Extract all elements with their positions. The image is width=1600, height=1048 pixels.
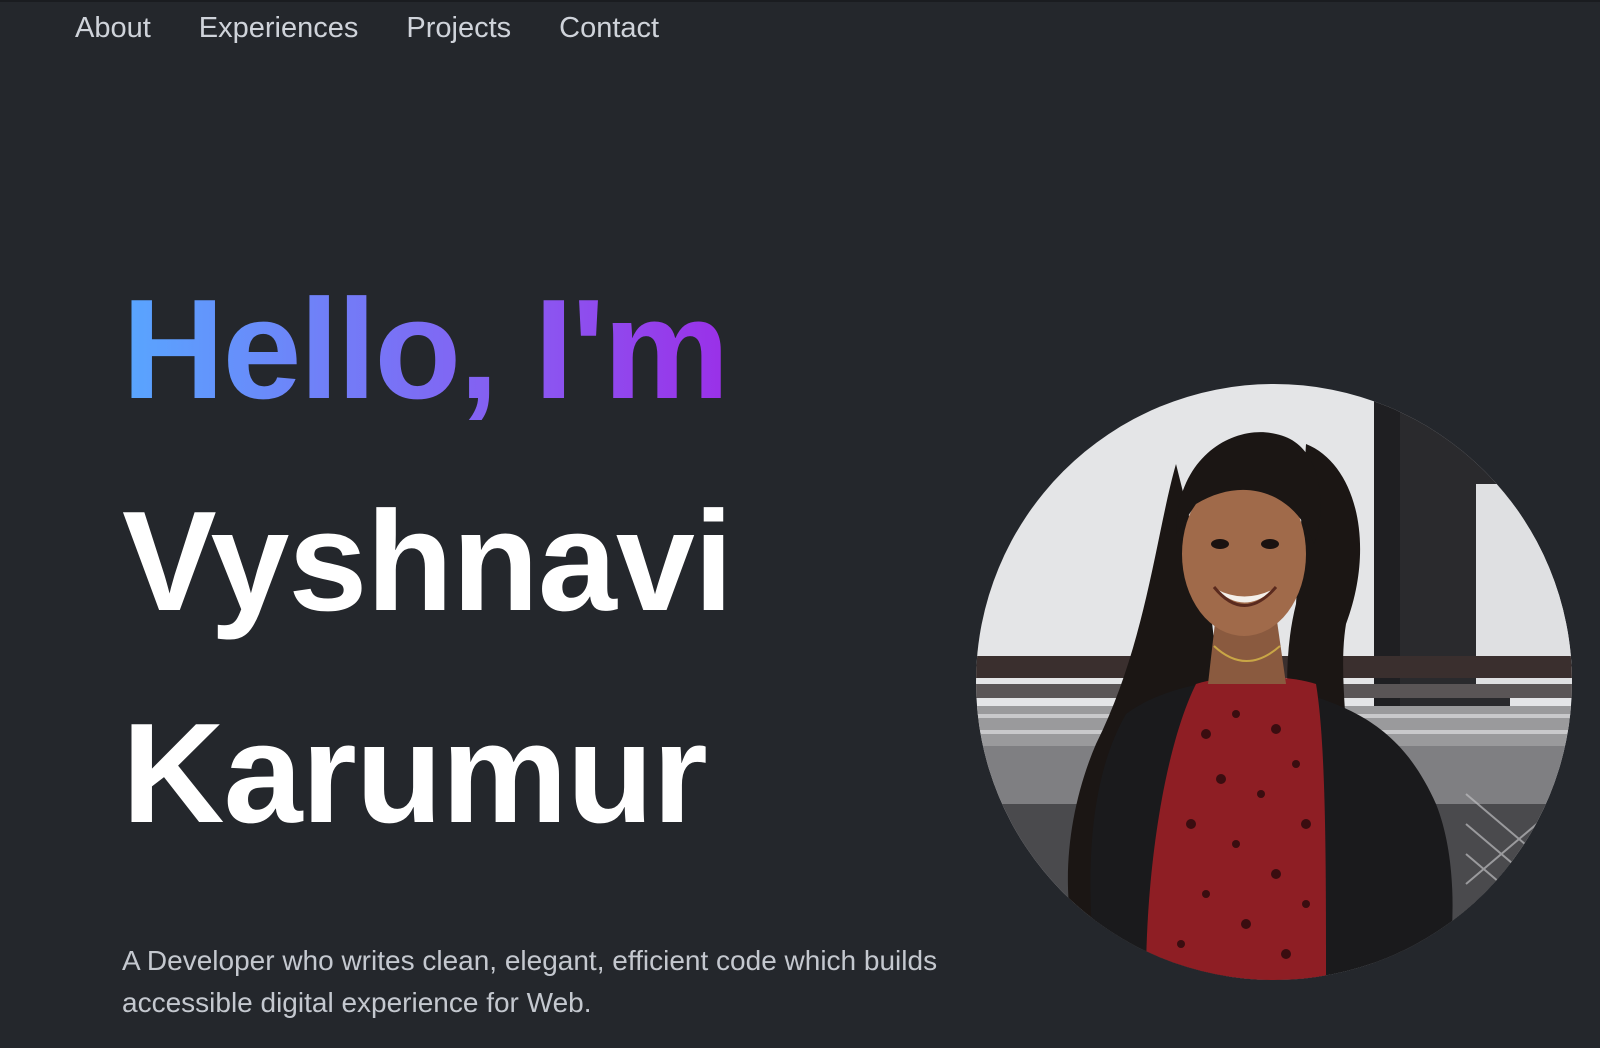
- hero-heading: Hello, I'm Vyshnavi Karumur: [122, 270, 733, 854]
- top-nav: About Experiences Projects Contact: [75, 10, 659, 46]
- nav-link-experiences[interactable]: Experiences: [199, 10, 359, 46]
- top-border: [0, 0, 1600, 2]
- nav-link-contact[interactable]: Contact: [559, 10, 659, 46]
- profile-photo: [976, 384, 1572, 980]
- hero-last-name: Karumur: [122, 694, 708, 853]
- hero-first-name: Vyshnavi: [122, 482, 733, 641]
- nav-link-about[interactable]: About: [75, 10, 151, 46]
- hero-tagline: A Developer who writes clean, elegant, e…: [122, 945, 938, 1018]
- nav-link-projects[interactable]: Projects: [406, 10, 511, 46]
- hero-greeting: Hello, I'm: [122, 270, 730, 429]
